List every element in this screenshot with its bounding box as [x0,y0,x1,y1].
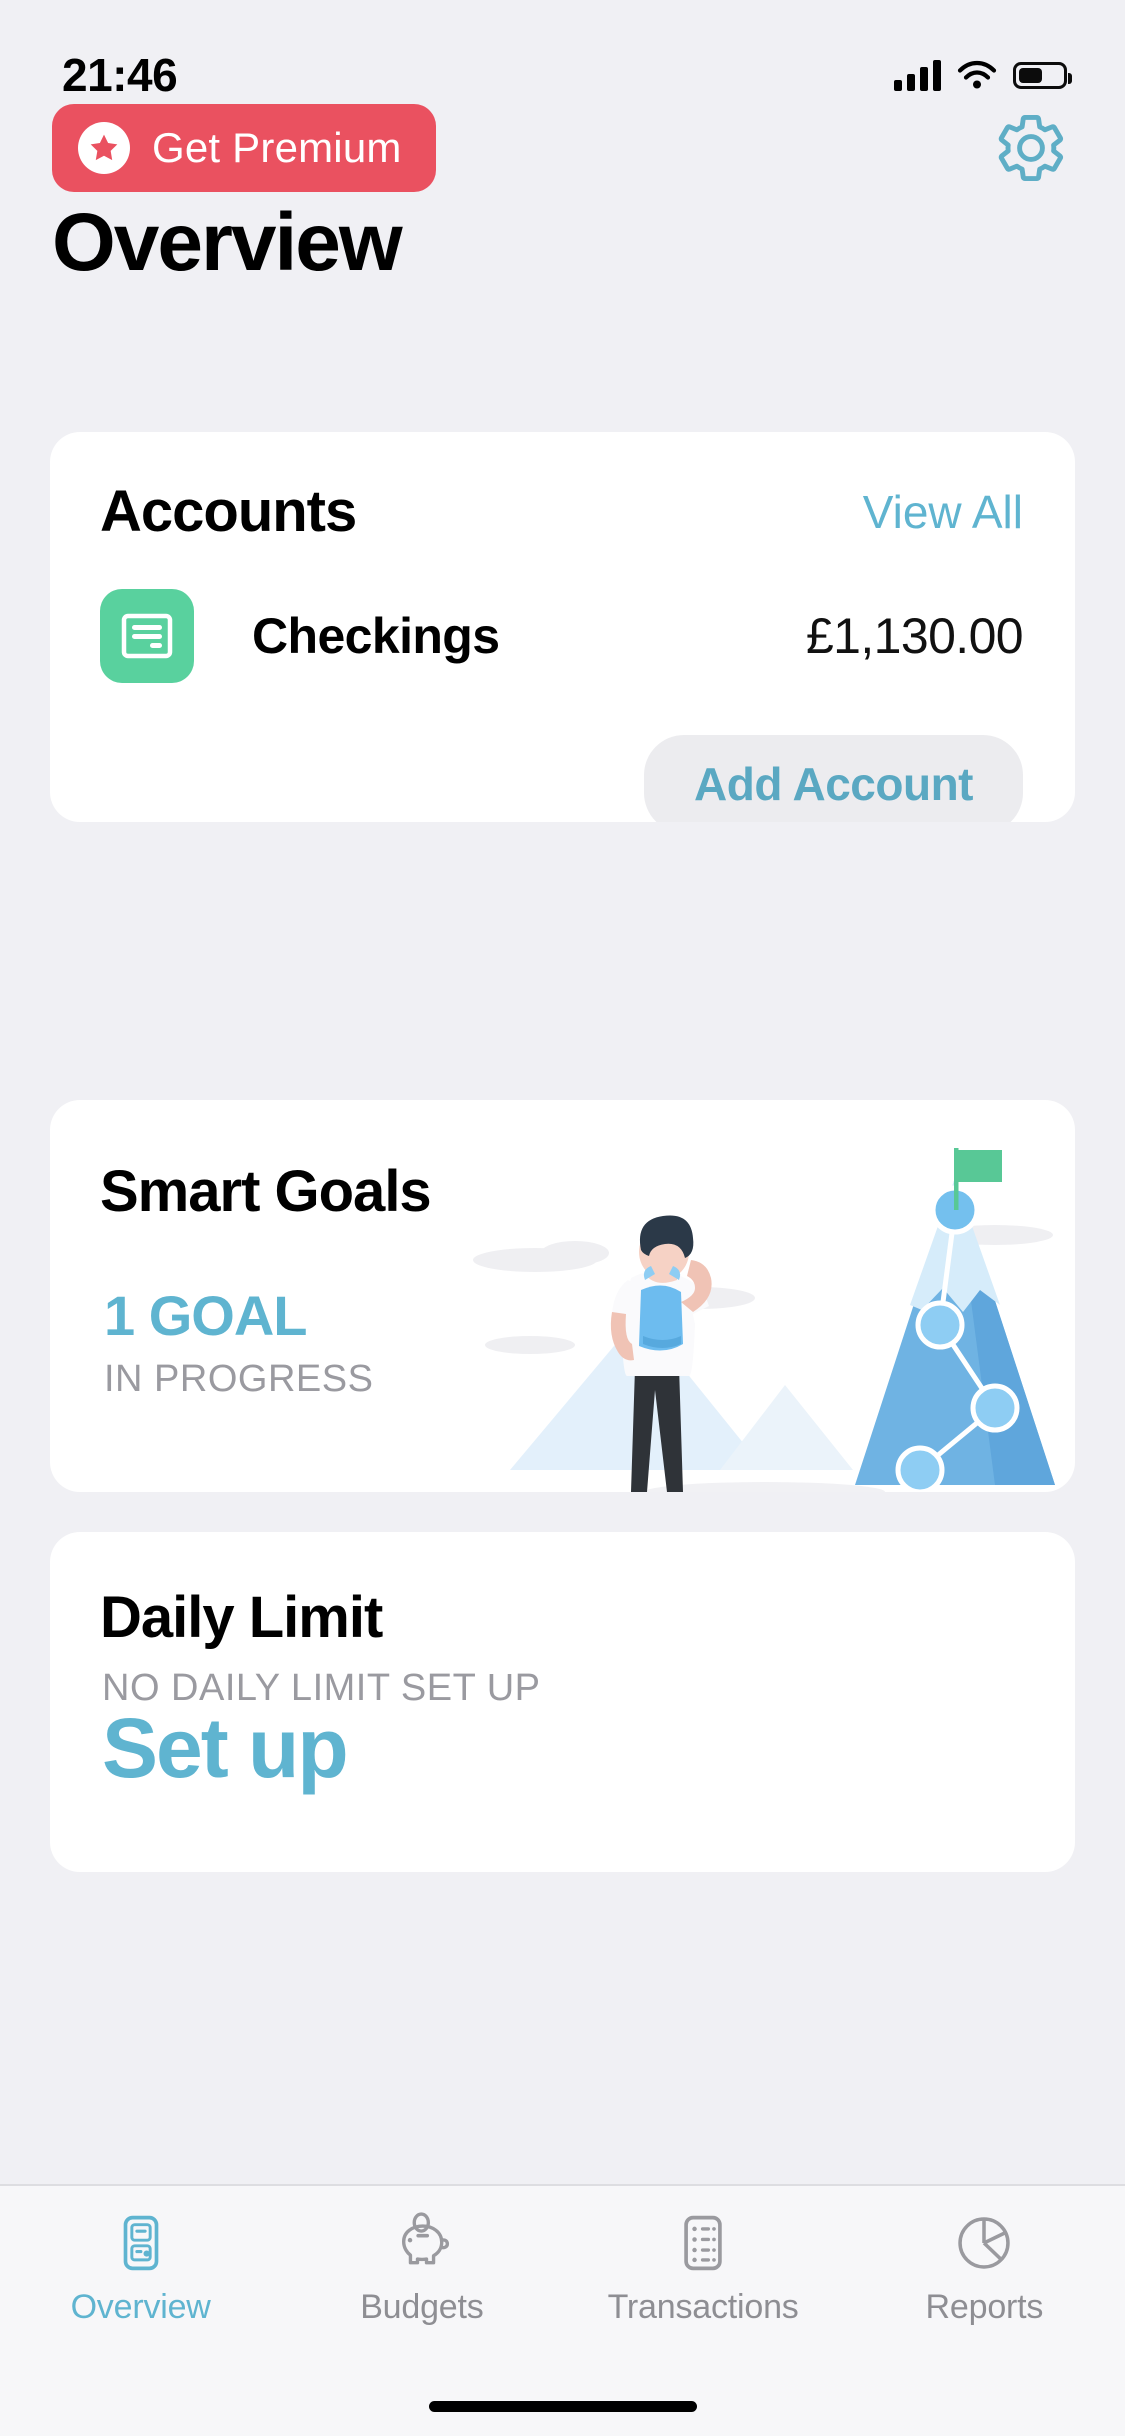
tab-reports[interactable]: Reports [844,2212,1125,2327]
status-time: 21:46 [62,49,178,101]
checkings-amount: £1,130.00 [805,608,1024,664]
tab-overview[interactable]: Overview [0,2212,281,2327]
daily-limit-card[interactable]: Daily Limit NO DAILY LIMIT SET UP Set up [50,1532,1075,1872]
table-row[interactable]: Checkings £1,130.00 [50,545,1075,683]
get-premium-button[interactable]: Get Premium [52,104,436,192]
battery-icon [1013,61,1072,89]
get-premium-label: Get Premium [152,124,402,171]
tab-transactions-label: Transactions [607,2288,799,2326]
goal-status: IN PROGRESS [104,1358,374,1400]
list-lines-icon [684,2215,722,2271]
accounts-header-block: Accounts View All [50,432,1075,545]
status-indicators [894,59,1072,91]
overview-card-icon [123,2215,158,2271]
checkings-account-icon [100,589,194,683]
gear-icon [998,115,1064,181]
cellular-bars-icon [894,59,941,91]
top-bar: Get Premium [0,96,1125,200]
star-badge-icon [78,122,130,174]
wifi-icon [957,60,997,89]
checkings-label: Checkings [252,608,500,664]
smart-goals-stat: 1 GOAL IN PROGRESS [104,1288,373,1401]
tab-budgets-label: Budgets [360,2288,484,2326]
app-screen: 21:46 Get Premium Overview Accounts View… [0,0,1125,2436]
smart-goals-card[interactable]: Smart Goals 1 GOAL IN PROGRESS [50,1100,1075,1492]
pie-chart-icon [958,2217,1011,2269]
daily-limit-title: Daily Limit [100,1585,383,1650]
accounts-view-all[interactable]: View All [863,485,1023,539]
tab-reports-label: Reports [925,2288,1044,2326]
tab-overview-label: Overview [70,2288,211,2326]
tab-transactions[interactable]: Transactions [563,2212,844,2327]
accounts-actions: Add Account [50,683,1075,822]
set-up-link[interactable]: Set up [102,1700,349,1797]
goal-count: 1 GOAL [104,1284,307,1347]
home-indicator [428,2401,697,2412]
tab-budgets[interactable]: Budgets [281,2212,562,2327]
tab-bar: Overview Budgets Transactions Reports [0,2184,1125,2436]
add-account-button[interactable]: Add Account [644,735,1023,822]
page-title: Overview [52,197,403,288]
accounts-card-full: Accounts View All Checkings £1,130.00 Ad… [50,432,1075,822]
settings-button[interactable] [989,106,1073,190]
piggy-bank-icon [401,2212,449,2265]
accounts-heading: Accounts [100,479,357,544]
mountain-climber-goal-illustration [473,1148,1055,1492]
